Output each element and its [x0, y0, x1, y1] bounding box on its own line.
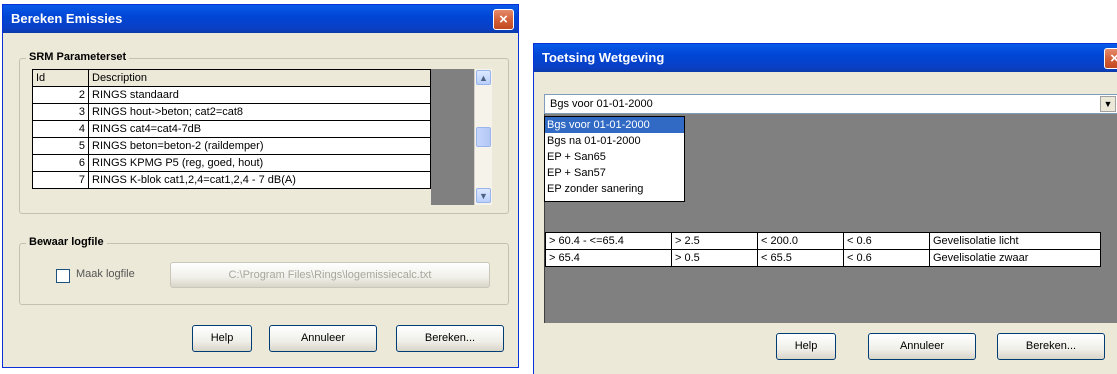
scroll-thumb[interactable]	[476, 127, 491, 147]
dropdown-option[interactable]: Bgs na 01-01-2000	[545, 133, 684, 149]
dropdown-option[interactable]: EP zonder sanering	[545, 181, 684, 197]
regulation-select-value: Bgs voor 01-01-2000	[550, 98, 653, 110]
row-id: 3	[32, 103, 89, 121]
column-header-description[interactable]: Description	[88, 69, 431, 87]
row-id: 7	[32, 171, 89, 189]
table-row[interactable]: 5 RINGS beton=beton-2 (raildemper)	[32, 137, 431, 155]
column-header-id[interactable]: Id	[32, 69, 89, 87]
row-description: RINGS standaard	[88, 86, 431, 104]
table-cell: Gevelisolatie licht	[929, 232, 1101, 250]
cancel-button[interactable]: Annuleer	[269, 325, 377, 352]
cancel-button[interactable]: Annuleer	[868, 333, 976, 360]
help-button[interactable]: Help	[776, 333, 836, 360]
maak-logfile-label[interactable]: Maak logfile	[76, 268, 135, 280]
help-button[interactable]: Help	[192, 325, 252, 352]
table-cell: > 60.4 - <=65.4	[545, 232, 672, 250]
srm-parameterset-group: SRM Parameterset Id Description 2 RINGS …	[19, 51, 509, 214]
table-row[interactable]: 7 RINGS K-blok cat1,2,4=cat1,2,4 - 7 dB(…	[32, 171, 431, 189]
table-cell: > 2.5	[671, 232, 758, 250]
table-cell: > 0.5	[671, 249, 758, 267]
criteria-table: > 60.4 - <=65.4 > 2.5 < 200.0 < 0.6 Geve…	[545, 232, 1101, 267]
table-header-row: Id Description	[32, 69, 431, 87]
table-row[interactable]: 4 RINGS cat4=cat4-7dB	[32, 120, 431, 138]
row-id: 4	[32, 120, 89, 138]
maak-logfile-checkbox[interactable]	[56, 269, 70, 283]
grid-empty-area	[431, 69, 474, 205]
bereken-emissies-window: Bereken Emissies × SRM Parameterset Id D…	[2, 4, 519, 368]
scroll-up-icon[interactable]: ▲	[476, 70, 491, 85]
toetsing-wetgeving-window: Toetsing Wetgeving × > 60.4 - <=65.4 > 2…	[533, 43, 1117, 374]
dropdown-option[interactable]: Bgs voor 01-01-2000	[545, 117, 684, 133]
regulation-select[interactable]: Bgs voor 01-01-2000 ▼	[544, 94, 1117, 114]
table-row[interactable]: 6 RINGS KPMG P5 (reg, goed, hout)	[32, 154, 431, 172]
title-bar[interactable]: Bereken Emissies	[3, 5, 518, 33]
row-description: RINGS hout->beton; cat2=cat8	[88, 103, 431, 121]
parameterset-table: Id Description 2 RINGS standaard 3 RINGS…	[32, 69, 431, 189]
table-cell: > 65.4	[545, 249, 672, 267]
group-label: SRM Parameterset	[26, 51, 130, 63]
row-description: RINGS cat4=cat4-7dB	[88, 120, 431, 138]
title-bar[interactable]: Toetsing Wetgeving	[534, 44, 1117, 72]
row-id: 6	[32, 154, 89, 172]
bewaar-logfile-group: Bewaar logfile Maak logfile C:\Program F…	[19, 236, 509, 305]
regulation-dropdown-list: Bgs voor 01-01-2000 Bgs na 01-01-2000 EP…	[544, 116, 685, 202]
table-row[interactable]: 3 RINGS hout->beton; cat2=cat8	[32, 103, 431, 121]
row-id: 2	[32, 86, 89, 104]
dropdown-option[interactable]: EP + San57	[545, 165, 684, 181]
row-description: RINGS KPMG P5 (reg, goed, hout)	[88, 154, 431, 172]
table-row[interactable]: > 60.4 - <=65.4 > 2.5 < 200.0 < 0.6 Geve…	[545, 232, 1101, 250]
dropdown-option[interactable]: EP + San65	[545, 149, 684, 165]
bereken-button[interactable]: Bereken...	[997, 333, 1105, 360]
vertical-scrollbar[interactable]: ▲ ▼	[474, 69, 492, 205]
table-cell: < 65.5	[757, 249, 844, 267]
row-description: RINGS K-blok cat1,2,4=cat1,2,4 - 7 dB(A)	[88, 171, 431, 189]
scroll-down-icon[interactable]: ▼	[476, 188, 491, 203]
table-cell: < 0.6	[843, 232, 930, 250]
table-cell: < 0.6	[843, 249, 930, 267]
row-id: 5	[32, 137, 89, 155]
table-row[interactable]: 2 RINGS standaard	[32, 86, 431, 104]
close-button[interactable]: ×	[1104, 48, 1117, 69]
window-title: Toetsing Wetgeving	[542, 50, 665, 65]
table-cell: Gevelisolatie zwaar	[929, 249, 1101, 267]
row-description: RINGS beton=beton-2 (raildemper)	[88, 137, 431, 155]
logfile-path-button[interactable]: C:\Program Files\Rings\logemissiecalc.tx…	[170, 262, 490, 288]
table-row[interactable]: > 65.4 > 0.5 < 65.5 < 0.6 Gevelisolatie …	[545, 249, 1101, 267]
dropdown-arrow-icon[interactable]: ▼	[1100, 96, 1116, 112]
table-cell: < 200.0	[757, 232, 844, 250]
window-title: Bereken Emissies	[11, 11, 123, 26]
bereken-button[interactable]: Bereken...	[396, 325, 504, 352]
close-button[interactable]: ×	[493, 9, 514, 30]
group-label: Bewaar logfile	[26, 236, 107, 248]
